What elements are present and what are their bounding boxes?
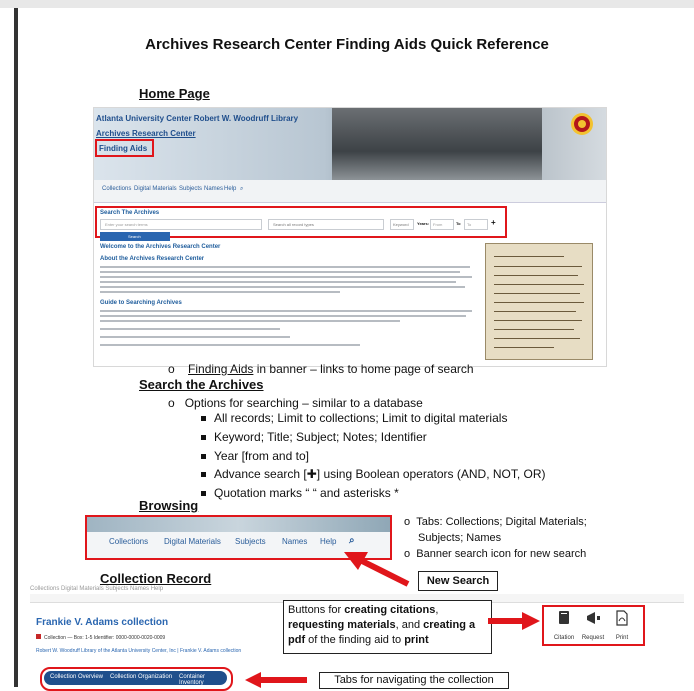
search-archives-heading: Search the Archives: [139, 377, 264, 392]
search-option-item: Keyword; Title; Subject; Notes; Identifi…: [201, 430, 427, 444]
search-button[interactable]: Search: [100, 232, 170, 241]
square-bullet: [201, 416, 206, 422]
about-text: [100, 266, 470, 268]
page-left-edge: [14, 8, 18, 687]
hollow-bullet: o: [168, 362, 175, 376]
home-page-screenshot: Atlanta University Center Robert W. Wood…: [93, 107, 607, 367]
about-text: [100, 286, 465, 288]
banner-photo: [332, 108, 542, 180]
square-bullet: [201, 491, 206, 497]
banner-library-name: Atlanta University Center Robert W. Wood…: [96, 114, 299, 123]
red-arrow: [344, 552, 410, 587]
finding-aids-note: o Finding Aids in banner – links to home…: [168, 362, 474, 376]
viewer-top-bar: [0, 0, 694, 8]
guide-text: [100, 320, 400, 322]
square-bullet: [201, 435, 206, 441]
nav-collections[interactable]: Collections: [102, 186, 131, 192]
search-option-item: Quotation marks “ “ and asterisks *: [201, 486, 399, 500]
search-box-heading: Search The Archives: [100, 210, 160, 216]
home-page-heading: Home Page: [139, 86, 210, 101]
collection-tabs: Collection Overview Collection Organizat…: [44, 671, 227, 686]
guide-text: [100, 344, 360, 346]
finding-aids-note-link: Finding Aids: [188, 362, 254, 376]
browsing-note-tabs: Tabs: Collections; Digital Materials;: [416, 516, 587, 528]
nav-digital-materials[interactable]: Digital Materials: [134, 186, 177, 192]
search-options-note: o Options for searching – similar to a d…: [168, 396, 423, 410]
finding-aids-highlight: [95, 139, 154, 157]
collection-title[interactable]: Frankie V. Adams collection: [36, 617, 168, 628]
buttons-callout: Buttons for creating citations, requesti…: [283, 600, 492, 654]
tabs-callout: Tabs for navigating the collection: [319, 672, 509, 689]
guide-text: [100, 315, 466, 317]
nav-help[interactable]: Help: [224, 186, 236, 192]
about-heading: About the Archives Research Center: [100, 256, 205, 262]
citation-label: Citation: [553, 635, 575, 641]
browsing-heading: Browsing: [139, 498, 199, 513]
year-to-label: To: [456, 221, 461, 226]
search-option-item: Year [from and to]: [201, 449, 309, 463]
about-text: [100, 281, 456, 283]
handwritten-letter-image: [485, 243, 593, 360]
tab-container-inventory[interactable]: Container Inventory: [179, 674, 227, 686]
welcome-heading: Welcome to the Archives Research Center: [100, 244, 221, 250]
guide-text: [100, 310, 472, 312]
record-top-nav-text: Collections Digital Materials Subjects N…: [30, 586, 164, 592]
print-icon: [616, 610, 628, 626]
advanced-search-plus-icon[interactable]: +: [491, 218, 496, 227]
collection-type-icon: [36, 634, 41, 639]
request-icon: [587, 612, 600, 624]
new-search-callout: New Search: [418, 571, 498, 591]
search-input[interactable]: Enter your search terms: [100, 219, 262, 230]
year-from-input[interactable]: From: [430, 219, 454, 230]
year-to-input[interactable]: To: [464, 219, 488, 230]
square-bullet: [201, 472, 206, 478]
citation-icon: [559, 611, 569, 624]
guide-text: [100, 336, 290, 338]
banner-arc-link[interactable]: Archives Research Center: [96, 129, 196, 138]
nav-subjects[interactable]: Subjects: [179, 186, 202, 192]
search-icon[interactable]: ⌕: [240, 186, 243, 193]
tab-collection-overview[interactable]: Collection Overview: [50, 674, 103, 680]
about-text: [100, 276, 472, 278]
browsing-notes: o Tabs: Collections; Digital Materials; …: [404, 514, 587, 562]
record-type-select[interactable]: Search all record types: [268, 219, 384, 230]
collection-meta: Collection — Box: 1-5 Identifier: 0000-0…: [36, 634, 165, 641]
home-nav-bar: Collections Digital Materials Subjects N…: [94, 180, 606, 203]
search-option-item: All records; Limit to collections; Limit…: [201, 411, 507, 425]
library-seal-icon: [571, 113, 593, 135]
print-label: Print: [615, 635, 629, 641]
finding-aids-note-text: in banner – links to home page of search: [253, 362, 474, 376]
print-button[interactable]: Print: [604, 608, 640, 643]
browsing-note-search: Banner search icon for new search: [416, 548, 587, 560]
tab-collection-organization[interactable]: Collection Organization: [110, 674, 172, 680]
hollow-bullet: o: [168, 396, 175, 410]
red-arrow: [245, 672, 307, 688]
search-options-text: Options for searching – similar to a dat…: [184, 396, 423, 410]
about-text: [100, 291, 340, 293]
request-label: Request: [581, 635, 605, 641]
years-label: Years:: [417, 221, 430, 226]
about-text: [100, 271, 460, 273]
red-arrow: [488, 612, 540, 630]
field-select[interactable]: Keyword: [390, 219, 414, 230]
guide-text: [100, 328, 280, 330]
browsing-note-tabs-cont: Subjects; Names: [418, 532, 502, 544]
collection-breadcrumb[interactable]: Robert W. Woodruff Library of the Atlant…: [36, 648, 241, 654]
guide-heading: Guide to Searching Archives: [100, 300, 182, 306]
hollow-bullet: o: [404, 516, 411, 528]
document-title: Archives Research Center Finding Aids Qu…: [145, 36, 549, 53]
square-bullet: [201, 454, 206, 460]
nav-names[interactable]: Names: [204, 186, 223, 192]
search-option-item: Advance search [✚] using Boolean operato…: [201, 467, 546, 481]
collection-record-heading: Collection Record: [100, 571, 212, 586]
